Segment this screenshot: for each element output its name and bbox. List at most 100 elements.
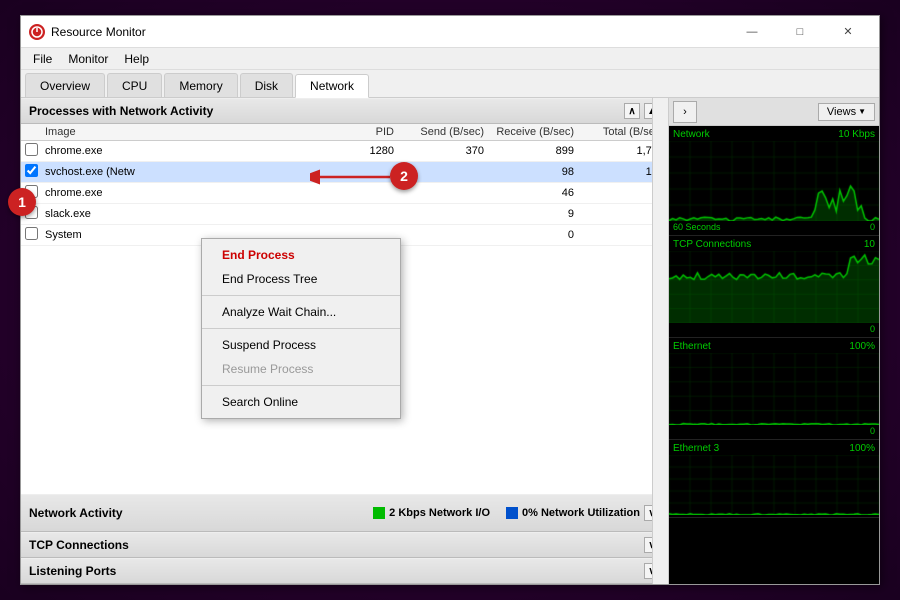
graph-ethernet-bottom: 0 [669,425,879,437]
graph-network-area [669,141,879,221]
tab-disk[interactable]: Disk [240,73,293,97]
process-check-0[interactable] [25,143,38,156]
listening-ports-header[interactable]: Listening Ports ∨ [21,558,668,584]
process-image-3: slack.exe [45,208,334,220]
window-title: Resource Monitor [51,25,729,39]
main-content: Processes with Network Activity ∧ ▲ Imag… [21,98,879,584]
menu-help[interactable]: Help [116,50,157,68]
minimize-button[interactable]: — [729,16,775,48]
close-button[interactable]: ✕ [825,16,871,48]
net-util-label: 0% Network Utilization [522,507,640,519]
process-check-1[interactable] [25,164,38,177]
ctx-search-online[interactable]: Search Online [202,390,400,414]
ctx-end-process[interactable]: End Process [202,243,400,267]
graph-ethernet3: Ethernet 3 100% [669,440,879,518]
graph-tcp-bottom: 0 [669,323,879,335]
process-pid-0: 1280 [334,145,394,157]
process-send-0: 370 [394,145,484,157]
process-image-2: chrome.exe [45,187,334,199]
graph-ethernet3-max: 100% [849,443,875,454]
title-bar: Resource Monitor — □ ✕ [21,16,879,48]
graph-tcp: TCP Connections 10 0 [669,236,879,338]
views-dropdown-icon: ▼ [858,107,866,116]
process-recv-1: 98 [484,166,574,178]
net-util-dot [506,507,518,519]
graph-network-max: 10 Kbps [838,129,875,140]
process-total-0: 1,777 [574,145,664,157]
vertical-scrollbar[interactable] [652,98,668,584]
graph-ethernet-zero: 0 [870,426,875,436]
process-recv-0: 899 [484,145,574,157]
process-recv-4: 0 [484,229,574,241]
processes-section-header[interactable]: Processes with Network Activity ∧ ▲ [21,98,668,124]
ctx-end-process-tree[interactable]: End Process Tree [202,267,400,291]
net-stat-util: 0% Network Utilization [506,507,640,519]
listening-ports-title: Listening Ports [29,564,116,578]
graph-network-seconds: 60 Seconds [673,222,721,232]
ctx-resume-process: Resume Process [202,357,400,381]
network-activity-title: Network Activity [29,506,123,520]
graph-network-zero: 0 [870,222,875,232]
menu-monitor[interactable]: Monitor [60,50,116,68]
process-total-4: 11 [574,229,664,241]
process-total-1: 164 [574,166,664,178]
col-header-pid[interactable]: PID [334,126,394,138]
col-header-receive[interactable]: Receive (B/sec) [484,126,574,138]
views-button[interactable]: Views ▼ [818,103,875,121]
tab-overview[interactable]: Overview [25,73,105,97]
graph-network-bottom: 60 Seconds 0 [669,221,879,233]
app-icon [29,24,45,40]
graph-ethernet-max: 100% [849,341,875,352]
graph-tcp-zero: 0 [870,324,875,334]
process-recv-3: 9 [484,208,574,220]
net-io-dot [373,507,385,519]
arrow-2 [310,162,400,192]
tab-cpu[interactable]: CPU [107,73,162,97]
table-header: Image PID Send (B/sec) Receive (B/sec) T… [21,124,668,141]
process-image-0: chrome.exe [45,145,334,157]
process-image-1: svchost.exe (Netw [45,166,334,178]
graph-ethernet3-label: Ethernet 3 100% [669,442,879,455]
menu-file[interactable]: File [25,50,60,68]
process-check-4[interactable] [25,227,38,240]
process-recv-2: 46 [484,187,574,199]
network-activity-header[interactable]: Network Activity 2 Kbps Network I/O 0% N… [21,494,668,532]
graph-tcp-max: 10 [864,239,875,250]
graph-ethernet-label: Ethernet 100% [669,340,879,353]
ctx-sep-1 [202,295,400,296]
graph-network-title: Network [673,129,710,140]
window-controls: — □ ✕ [729,16,871,48]
expand-btn[interactable]: › [673,101,697,123]
graph-ethernet3-title: Ethernet 3 [673,443,719,454]
graph-ethernet3-area [669,455,879,515]
ctx-sep-2 [202,328,400,329]
graph-tcp-title: TCP Connections [673,239,751,250]
resource-monitor-window: Resource Monitor — □ ✕ File Monitor Help… [20,15,880,585]
col-header-total[interactable]: Total (B/sec) [574,126,664,138]
graph-ethernet: Ethernet 100% 0 [669,338,879,440]
graph-tcp-area [669,251,879,323]
ctx-analyze-wait-chain[interactable]: Analyze Wait Chain... [202,300,400,324]
graph-ethernet-title: Ethernet [673,341,711,352]
graph-network-label: Network 10 Kbps [669,128,879,141]
graph-ethernet-area [669,353,879,425]
processes-collapse-btn[interactable]: ∧ [624,103,640,119]
process-row-0[interactable]: chrome.exe 1280 370 899 1,777 [21,141,668,162]
processes-title: Processes with Network Activity [29,104,213,118]
annotation-2: 2 [390,162,418,190]
ctx-suspend-process[interactable]: Suspend Process [202,333,400,357]
col-header-send[interactable]: Send (B/sec) [394,126,484,138]
tab-memory[interactable]: Memory [164,73,237,97]
col-header-image[interactable]: Image [45,126,334,138]
process-total-3: 18 [574,208,664,220]
tab-network[interactable]: Network [295,74,369,98]
graph-network: Network 10 Kbps 60 Seconds 0 [669,126,879,236]
context-menu: End Process End Process Tree Analyze Wai… [201,238,401,419]
maximize-button[interactable]: □ [777,16,823,48]
annotation-1: 1 [8,188,36,216]
ctx-sep-3 [202,385,400,386]
right-panel: › Views ▼ Network 10 Kbps [669,98,879,584]
process-row-3[interactable]: slack.exe 9 18 [21,204,668,225]
tcp-connections-header[interactable]: TCP Connections ∨ [21,532,668,558]
menu-bar: File Monitor Help [21,48,879,70]
